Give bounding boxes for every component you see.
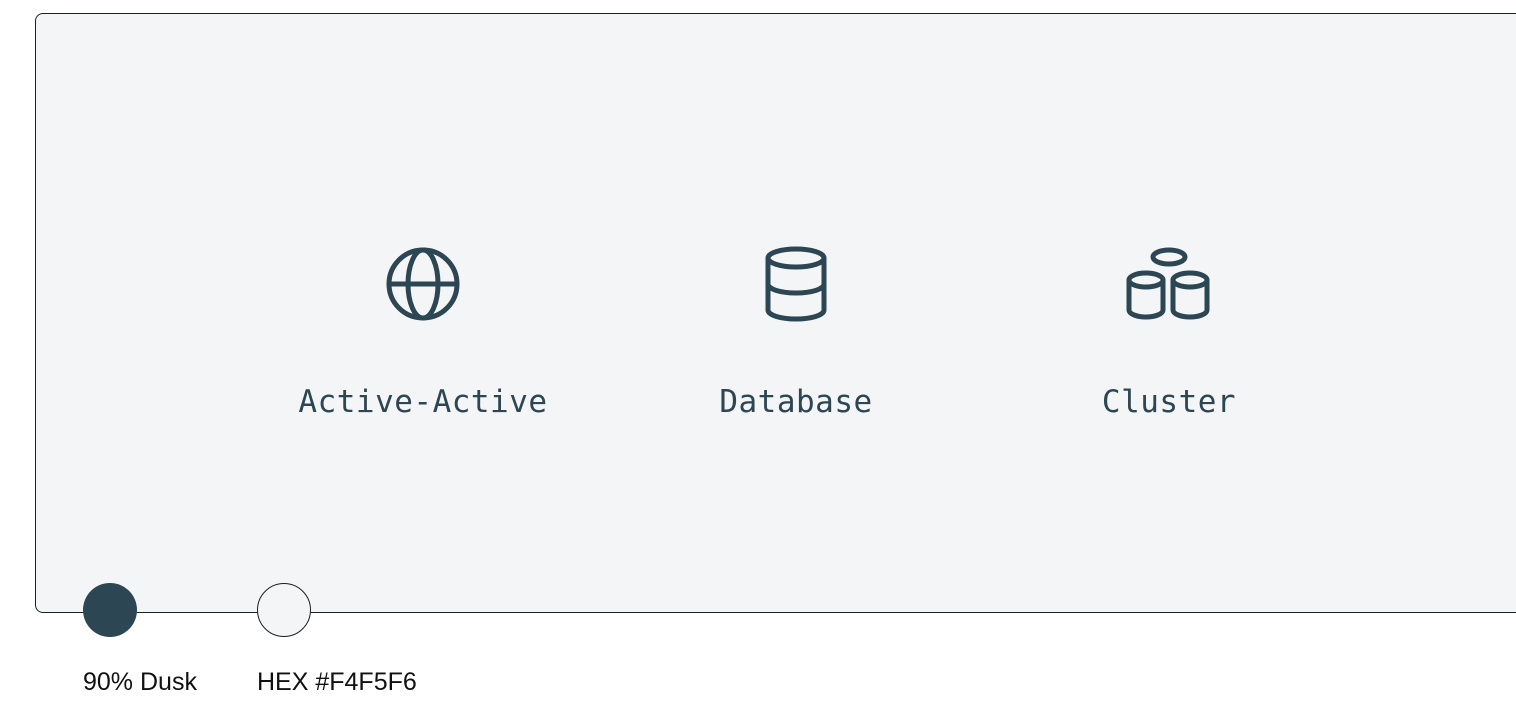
- preview-card: Active-Active Database Cluster: [35, 13, 1516, 613]
- database-icon: [751, 239, 841, 329]
- background-color-swatch: [257, 583, 311, 637]
- item-database: Database: [636, 239, 956, 420]
- dusk-swatch-label: 90% Dusk: [83, 668, 197, 696]
- item-label: Database: [719, 384, 873, 420]
- item-active-active: Active-Active: [263, 239, 583, 420]
- item-label: Active-Active: [298, 384, 548, 420]
- globe-icon: [378, 239, 468, 329]
- cluster-icon: [1124, 239, 1214, 329]
- item-label: Cluster: [1101, 384, 1237, 420]
- item-cluster: Cluster: [1009, 239, 1329, 420]
- hex-swatch-label: HEX #F4F5F6: [257, 668, 417, 696]
- dusk-color-swatch: [83, 583, 137, 637]
